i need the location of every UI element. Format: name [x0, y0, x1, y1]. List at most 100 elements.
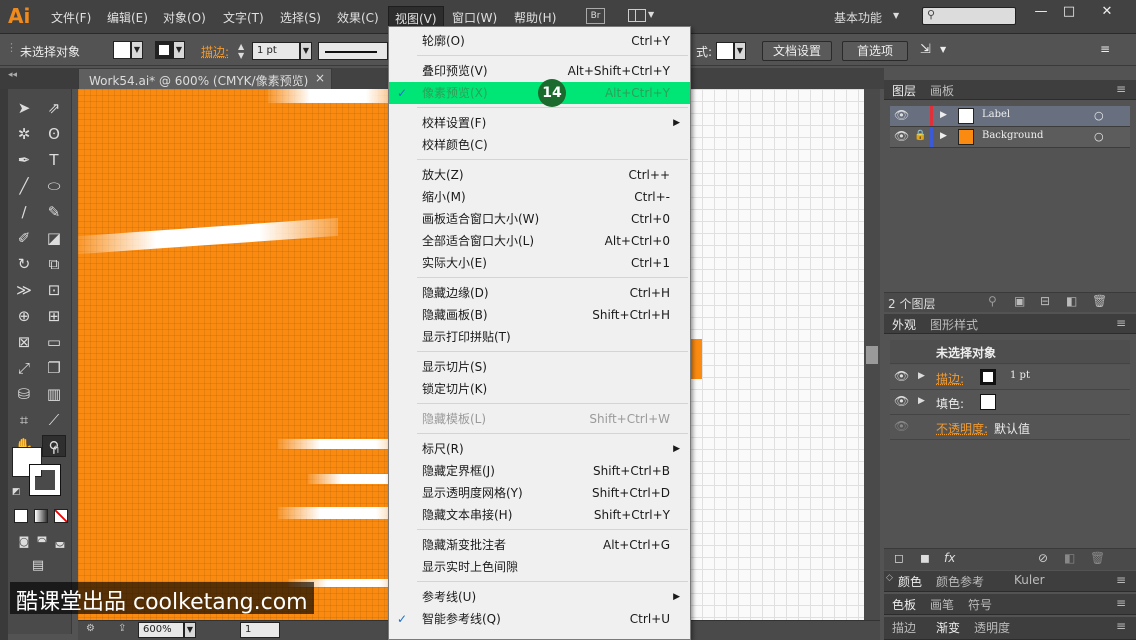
draw-inside-icon[interactable]: ◛	[48, 531, 72, 553]
chevron-down-icon[interactable]: ▼	[893, 11, 899, 20]
graph-tool-icon[interactable]: ▥	[42, 383, 66, 405]
arrange-icon[interactable]: ⇲	[920, 42, 931, 57]
expand-arrow-icon[interactable]: ▶	[918, 371, 925, 381]
scrollbar-thumb[interactable]	[866, 346, 878, 364]
view-menu-item[interactable]: 显示切片(S)	[389, 356, 690, 378]
view-menu-item[interactable]: 画板适合窗口大小(W) Ctrl+0	[389, 208, 690, 230]
collapse-icon[interactable]: ◇	[886, 573, 893, 583]
layer-name[interactable]: Background	[982, 130, 1043, 141]
target-icon[interactable]: ○	[1094, 109, 1104, 122]
tab-gradient[interactable]: 渐变	[936, 619, 960, 636]
tab-brushes[interactable]: 画笔	[930, 596, 954, 613]
stroke-swatch[interactable]	[155, 41, 173, 59]
gradient-mode-icon[interactable]	[34, 509, 48, 523]
stroke-label[interactable]: 描边:	[936, 370, 964, 387]
graphic-style-swatch[interactable]	[716, 42, 734, 60]
canvas-pasteboard[interactable]	[690, 89, 864, 620]
shape-builder-tool-icon[interactable]: ⊕	[12, 305, 36, 327]
make-clipping-mask-icon[interactable]: ▣	[1014, 294, 1025, 308]
view-menu-item[interactable]: ✓ 智能参考线(Q) Ctrl+U	[389, 608, 690, 630]
appearance-opacity-row[interactable]: 👁 不透明度: 默认值	[890, 415, 1130, 440]
view-menu-item[interactable]: 叠印预览(V) Alt+Shift+Ctrl+Y	[389, 60, 690, 82]
arrange-documents-icon[interactable]	[628, 9, 646, 22]
zoom-field[interactable]: 600%	[138, 622, 184, 638]
pen-tool-icon[interactable]: ✒	[12, 149, 36, 171]
artboard-field[interactable]: 1	[240, 622, 280, 638]
symbol-sprayer-tool-icon[interactable]: ⛁	[12, 383, 36, 405]
magic-wand-tool-icon[interactable]: ✲	[12, 123, 36, 145]
tab-artboards[interactable]: 画板	[930, 82, 954, 99]
chevron-down-icon[interactable]: ▼	[648, 10, 654, 19]
close-window-button[interactable]: ✕	[1096, 4, 1118, 22]
layer-row[interactable]: 👁 🔒 ▶ Background ○	[890, 127, 1130, 148]
rotate-tool-icon[interactable]: ↻	[12, 253, 36, 275]
panel-menu-icon[interactable]: ≡	[1116, 82, 1126, 96]
add-stroke-icon[interactable]: ◻	[894, 551, 904, 565]
vertical-scrollbar[interactable]	[864, 89, 880, 620]
panel-menu-icon[interactable]: ≡	[1116, 573, 1126, 587]
view-menu-item[interactable]: 隐藏定界框(J) Shift+Ctrl+B	[389, 460, 690, 482]
menu-window[interactable]: 窗口(W)	[452, 9, 497, 26]
pencil-tool-icon[interactable]: ✎	[42, 201, 66, 223]
stroke-weight-field[interactable]: 1 pt	[252, 42, 300, 60]
appearance-stroke-row[interactable]: 👁 ▶ 描边: 1 pt	[890, 365, 1130, 390]
view-menu-item[interactable]: 校样颜色(C)	[389, 134, 690, 156]
free-transform-tool-icon[interactable]: ⊡	[42, 279, 66, 301]
tab-color-guide[interactable]: 颜色参考	[936, 573, 984, 590]
close-tab-button[interactable]: ×	[315, 71, 325, 85]
eraser-tool-icon[interactable]: ◪	[42, 227, 66, 249]
stroke-stepper[interactable]: ▲ ▼	[238, 42, 250, 60]
blob-brush-tool-icon[interactable]: ✐	[12, 227, 36, 249]
stroke-profile-select[interactable]	[318, 42, 388, 60]
status-icon[interactable]: ⚙	[86, 623, 95, 634]
locate-object-icon[interactable]: ⚲	[988, 294, 997, 308]
paintbrush-tool-icon[interactable]: ∕	[12, 201, 36, 223]
tab-stroke[interactable]: 描边	[892, 619, 916, 636]
panel-menu-icon[interactable]: ≡	[1116, 316, 1126, 330]
screen-mode-icon[interactable]: ▤	[26, 555, 50, 577]
stroke-color-box[interactable]	[29, 464, 61, 496]
trash-icon[interactable]: 🗑	[1092, 294, 1107, 308]
stroke-label[interactable]: 描边:	[201, 43, 229, 60]
view-menu-item[interactable]: 放大(Z) Ctrl++	[389, 164, 690, 186]
stroke-swatch[interactable]	[980, 369, 996, 385]
mesh-tool-icon[interactable]: ⊠	[12, 331, 36, 353]
menu-type[interactable]: 文字(T)	[223, 9, 264, 26]
tab-layers[interactable]: 图层	[892, 82, 916, 99]
add-fill-icon[interactable]: ◼	[920, 551, 930, 565]
direct-selection-tool-icon[interactable]: ⇗	[42, 97, 66, 119]
view-menu-item[interactable]: 缩小(M) Ctrl+-	[389, 186, 690, 208]
panel-menu-icon[interactable]: ≡	[1116, 596, 1126, 610]
selection-tool-icon[interactable]: ➤	[12, 97, 36, 119]
eye-icon[interactable]: 👁	[894, 108, 909, 122]
tab-kuler[interactable]: Kuler	[1014, 573, 1045, 587]
perspective-grid-tool-icon[interactable]: ⊞	[42, 305, 66, 327]
view-menu-item[interactable]: 隐藏边缘(D) Ctrl+H	[389, 282, 690, 304]
view-menu-item[interactable]: 全部适合窗口大小(L) Alt+Ctrl+0	[389, 230, 690, 252]
view-menu-item[interactable]: 实际大小(E) Ctrl+1	[389, 252, 690, 274]
document-setup-button[interactable]: 文档设置	[762, 41, 832, 61]
expand-arrow-icon[interactable]: ▶	[940, 131, 947, 141]
tab-symbols[interactable]: 符号	[968, 596, 992, 613]
fill-swatch[interactable]	[113, 41, 131, 59]
lock-icon[interactable]: 🔒	[914, 130, 926, 141]
type-tool-icon[interactable]: T	[42, 149, 66, 171]
maximize-button[interactable]: □	[1058, 4, 1080, 22]
default-colors-icon[interactable]: ◩	[12, 487, 21, 497]
menu-select[interactable]: 选择(S)	[280, 9, 321, 26]
line-tool-icon[interactable]: ╱	[12, 175, 36, 197]
workspace-switcher[interactable]: 基本功能	[834, 9, 882, 26]
panel-menu-icon[interactable]: ≡	[1116, 619, 1126, 633]
help-search-input[interactable]: ⚲	[922, 7, 1016, 25]
lasso-tool-icon[interactable]: ʘ	[42, 123, 66, 145]
view-menu-item[interactable]: 轮廓(O) Ctrl+Y	[389, 30, 690, 52]
chevron-down-icon[interactable]: ▼	[940, 45, 946, 54]
view-menu-item[interactable]: 隐藏画板(B) Shift+Ctrl+H	[389, 304, 690, 326]
document-tab[interactable]: Work54.ai* @ 600% (CMYK/像素预览) ×	[78, 68, 332, 90]
fill-swatch[interactable]	[980, 394, 996, 410]
view-menu-item[interactable]: 标尺(R) ▶	[389, 438, 690, 460]
layer-name[interactable]: Label	[982, 109, 1010, 120]
menu-effect[interactable]: 效果(C)	[337, 9, 379, 26]
menu-edit[interactable]: 编辑(E)	[107, 9, 148, 26]
stroke-weight-dropdown[interactable]: ▼	[300, 42, 312, 60]
